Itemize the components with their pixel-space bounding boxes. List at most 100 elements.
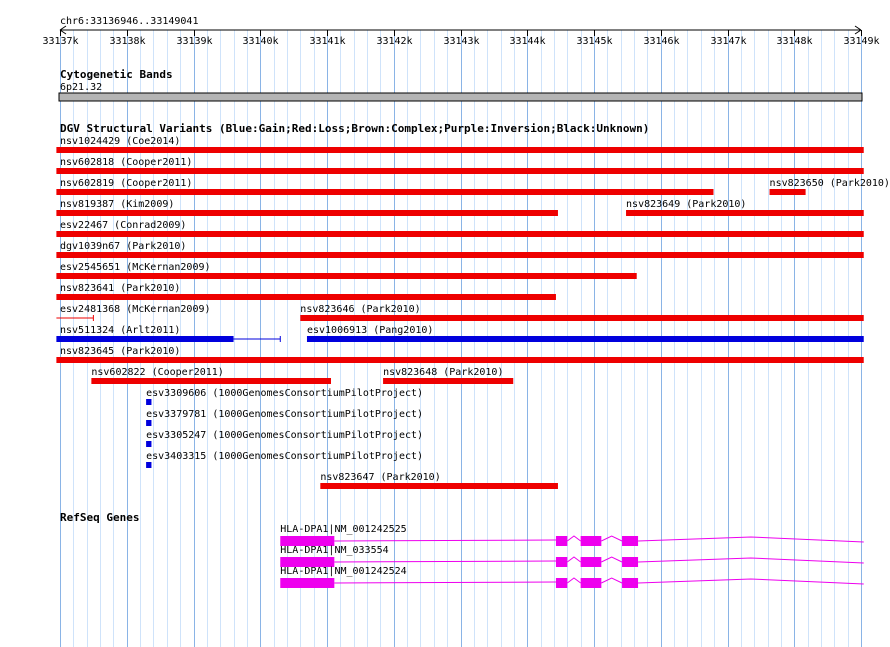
exon-block: [580, 536, 602, 546]
dgv-variant[interactable]: esv22467 (Conrad2009): [56, 220, 864, 237]
ruler-tick-label: 33149k: [843, 36, 879, 47]
intron-line: [601, 535, 623, 542]
ruler-tick-label: 33138k: [109, 36, 145, 47]
exon-block: [555, 578, 568, 588]
dgv-variant-bar: [146, 441, 152, 447]
dgv-variant-label: nsv823650 (Park2010): [770, 178, 890, 189]
dgv-variant-label: esv2481368 (McKernan2009): [60, 304, 211, 315]
dgv-variant-bar: [320, 483, 558, 489]
dgv-variant-bar: [56, 357, 864, 363]
dgv-variant-label: nsv823645 (Park2010): [60, 346, 180, 357]
ruler-tick-label: 33142k: [376, 36, 412, 47]
dgv-variant-label: nsv823641 (Park2010): [60, 283, 180, 294]
dgv-variant[interactable]: nsv823641 (Park2010): [56, 283, 556, 300]
dgv-variant[interactable]: esv3305247 (1000GenomesConsortiumPilotPr…: [146, 430, 423, 447]
intron-line: [638, 578, 864, 585]
dgv-variant-label: nsv602818 (Cooper2011): [60, 157, 192, 168]
dgv-variant-label: nsv823646 (Park2010): [300, 304, 420, 315]
dgv-variant[interactable]: nsv823650 (Park2010): [769, 178, 890, 195]
ruler-tick-label: 33146k: [643, 36, 679, 47]
dgv-variant-bar: [56, 168, 864, 174]
dgv-variant[interactable]: nsv823649 (Park2010): [626, 199, 864, 216]
dgv-variant-bar: [306, 336, 864, 342]
intron-line: [601, 556, 623, 563]
exon-block: [622, 536, 639, 546]
dgv-variant-bar: [56, 273, 637, 279]
dgv-variant[interactable]: nsv823648 (Park2010): [383, 367, 514, 384]
dgv-variant-bar: [146, 399, 152, 405]
dgv-variant-bar: [383, 378, 514, 384]
dgv-variant-label: dgv1039n67 (Park2010): [60, 241, 186, 252]
coordinate-ruler: chr6:33136946..33149041 33137k 33138k 3313…: [42, 16, 879, 47]
dgv-variant-bar: [56, 252, 864, 258]
dgv-variant[interactable]: esv2481368 (McKernan2009): [56, 304, 211, 321]
dgv-variant-bar: [91, 378, 332, 384]
dgv-variant[interactable]: esv3309606 (1000GenomesConsortiumPilotPr…: [146, 388, 423, 405]
dgv-variant-label: nsv602822 (Cooper2011): [91, 367, 223, 378]
dgv-variant-bar: [56, 189, 714, 195]
intron-line: [638, 536, 864, 543]
genome-browser-view: chr6:33136946..33149041 33137k 33138k 3313…: [42, 16, 890, 647]
ruler-tick-label: 33147k: [710, 36, 746, 47]
dgv-variant-label: esv1006913 (Pang2010): [307, 325, 433, 336]
dgv-variant-label: esv3309606 (1000GenomesConsortiumPilotPr…: [146, 388, 423, 399]
dgv-variant-bar: [146, 420, 152, 426]
intron-line: [567, 556, 581, 563]
exon-block: [555, 557, 568, 567]
location-label: chr6:33136946..33149041: [60, 16, 198, 27]
ruler-tick-label: 33140k: [242, 36, 278, 47]
dgv-variant-bar: [56, 336, 234, 342]
ruler-tick-label: 33141k: [309, 36, 345, 47]
dgv-variant[interactable]: nsv602818 (Cooper2011): [56, 157, 864, 174]
dgv-variant-bar: [56, 147, 864, 153]
ruler-tick-label: 33145k: [576, 36, 612, 47]
dgv-variant-label: nsv1024429 (Coe2014): [60, 136, 180, 147]
dgv-variant-label: esv3379781 (1000GenomesConsortiumPilotPr…: [146, 409, 423, 420]
refseq-track-title: RefSeq Genes: [60, 511, 139, 524]
dgv-variant[interactable]: nsv823646 (Park2010): [300, 304, 864, 321]
dgv-variant[interactable]: nsv1024429 (Coe2014): [56, 136, 864, 153]
intron-line: [567, 577, 581, 584]
dgv-variant[interactable]: dgv1039n67 (Park2010): [56, 241, 864, 258]
dgv-variant-label: nsv602819 (Cooper2011): [60, 178, 192, 189]
dgv-variant-label: esv3403315 (1000GenomesConsortiumPilotPr…: [146, 451, 423, 462]
ruler-tick-label: 33144k: [509, 36, 545, 47]
dgv-variant-bar: [300, 315, 864, 321]
dgv-variant-label: esv3305247 (1000GenomesConsortiumPilotPr…: [146, 430, 423, 441]
dgv-variant[interactable]: nsv823645 (Park2010): [56, 346, 864, 363]
exon-block: [580, 557, 602, 567]
refseq-transcript-label: HLA-DPA1|NM_033554: [280, 545, 388, 556]
dgv-variant[interactable]: esv3379781 (1000GenomesConsortiumPilotPr…: [146, 409, 423, 426]
dgv-variant-bar: [56, 231, 864, 237]
ruler-tick-label: 33143k: [443, 36, 479, 47]
dgv-variant[interactable]: esv3403315 (1000GenomesConsortiumPilotPr…: [146, 451, 423, 468]
ruler-tick-label: 33139k: [176, 36, 212, 47]
dgv-variant-label: nsv823649 (Park2010): [626, 199, 746, 210]
dgv-variant-label: nsv823648 (Park2010): [383, 367, 503, 378]
dgv-variant-label: nsv819387 (Kim2009): [60, 199, 174, 210]
dgv-structural-variants-track: DGV Structural Variants (Blue:Gain;Red:L…: [56, 122, 890, 489]
dgv-variant[interactable]: nsv819387 (Kim2009): [56, 199, 558, 216]
dgv-variant-label: nsv511324 (Arlt2011): [60, 325, 180, 336]
cytoband-bar[interactable]: [58, 92, 863, 102]
ruler-tick-label: 33148k: [776, 36, 812, 47]
intron-line: [601, 577, 623, 584]
dgv-variant-bar: [769, 189, 806, 195]
dgv-variant-bar: [56, 294, 556, 300]
intron-line: [567, 535, 581, 542]
dgv-variant[interactable]: esv1006913 (Pang2010): [306, 325, 864, 342]
dgv-variant[interactable]: nsv823647 (Park2010): [320, 472, 558, 489]
dgv-variant[interactable]: nsv602819 (Cooper2011): [56, 178, 714, 195]
ruler-ticks: 33137k 33138k 33139k 33140k 33141k 33142k 3314…: [42, 30, 880, 47]
dgv-variant-bar: [56, 210, 558, 216]
refseq-transcript-label: HLA-DPA1|NM_001242524: [280, 566, 406, 577]
dgv-variant[interactable]: nsv511324 (Arlt2011): [56, 325, 281, 342]
cytoband-track-title: Cytogenetic Bands: [60, 68, 173, 81]
exon-block: [622, 557, 639, 567]
ruler-tick-label: 33137k: [42, 36, 78, 47]
dgv-variant[interactable]: esv2545651 (McKernan2009): [56, 262, 637, 279]
exon-block: [622, 578, 639, 588]
dgv-variant[interactable]: nsv602822 (Cooper2011): [91, 367, 332, 384]
dgv-variant-label: esv2545651 (McKernan2009): [60, 262, 211, 273]
cytoband-label: 6p21.32: [60, 82, 102, 93]
